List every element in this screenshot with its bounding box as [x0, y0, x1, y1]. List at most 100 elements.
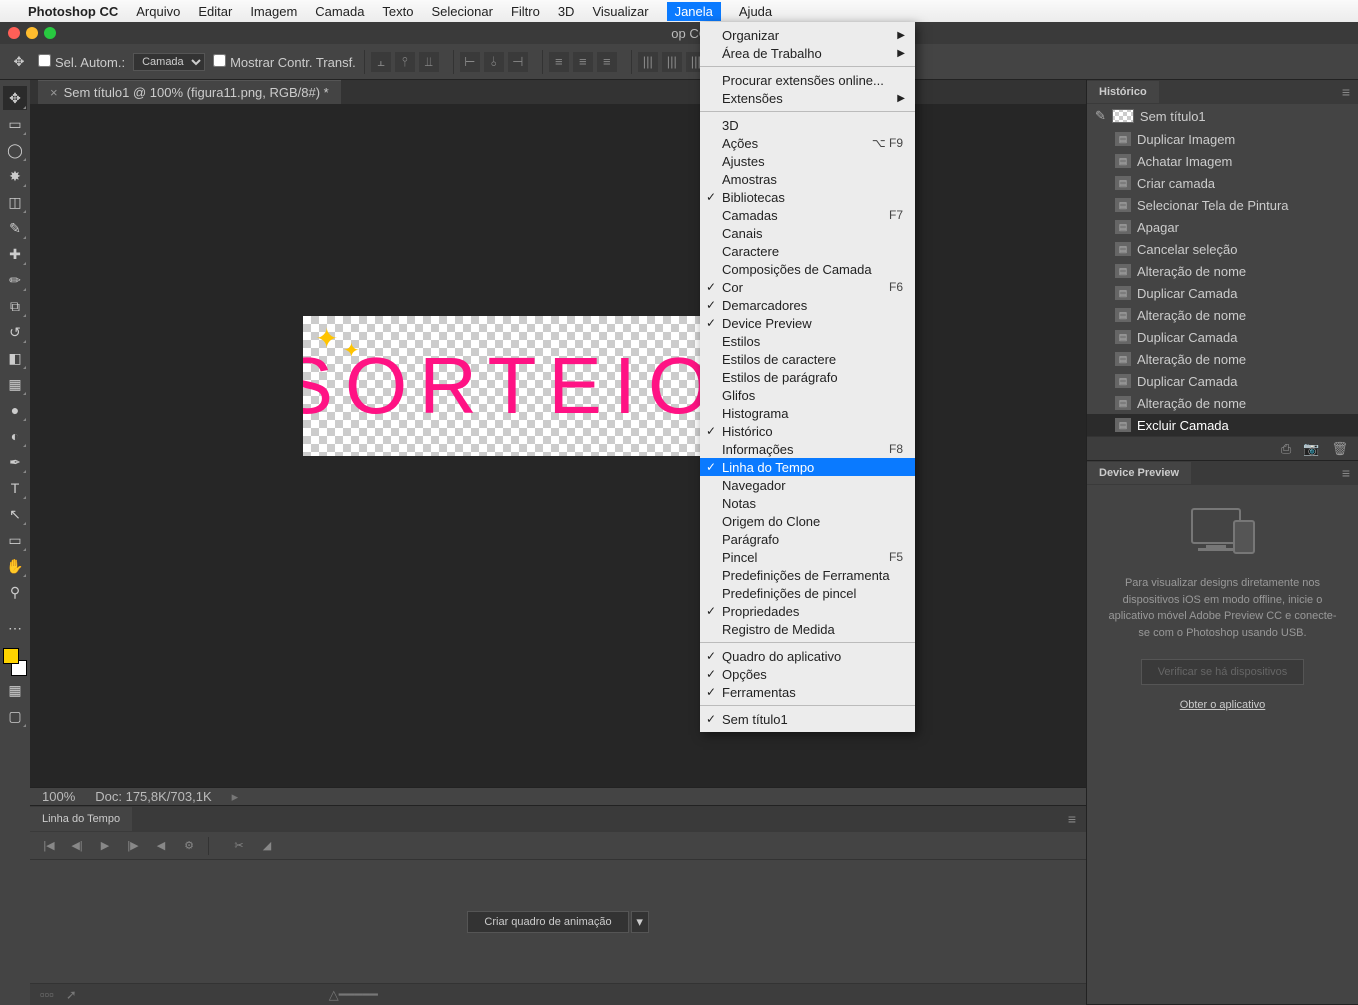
eyedropper-tool[interactable]: ✎ — [3, 216, 27, 240]
history-row[interactable]: ▤Cancelar seleção — [1087, 238, 1358, 260]
menu-item[interactable]: ✓Bibliotecas — [700, 188, 915, 206]
snapshot-icon[interactable]: 📷 — [1303, 441, 1319, 457]
close-window-button[interactable] — [8, 27, 20, 39]
menu-item[interactable]: Ações⌥ F9 — [700, 134, 915, 152]
color-swatches[interactable] — [3, 648, 27, 676]
dodge-tool[interactable]: ◐ — [3, 424, 27, 448]
menu-item[interactable]: Glifos — [700, 386, 915, 404]
menu-item[interactable]: PincelF5 — [700, 548, 915, 566]
document-tab[interactable]: ×Sem título1 @ 100% (figura11.png, RGB/8… — [38, 80, 341, 104]
menu-item[interactable]: Extensões▶ — [700, 89, 915, 107]
menu-item[interactable]: Parágrafo — [700, 530, 915, 548]
show-transform-checkbox[interactable]: Mostrar Contr. Transf. — [213, 54, 356, 70]
menu-item[interactable]: Organizar▶ — [700, 26, 915, 44]
menu-item[interactable]: InformaçõesF8 — [700, 440, 915, 458]
menu-item[interactable]: Navegador — [700, 476, 915, 494]
menu-item[interactable]: Histograma — [700, 404, 915, 422]
document[interactable]: ✦ ✦ SORTEIO! — [303, 316, 733, 456]
get-app-link[interactable]: Obter o aplicativo — [1180, 699, 1266, 711]
menu-item[interactable]: ✓Sem título1 — [700, 710, 915, 728]
zoom-tool[interactable]: ⚲ — [3, 580, 27, 604]
menu-item[interactable]: Procurar extensões online... — [700, 71, 915, 89]
eraser-tool[interactable]: ◧ — [3, 346, 27, 370]
app-name[interactable]: Photoshop CC — [28, 4, 118, 19]
history-row[interactable]: ▤Achatar Imagem — [1087, 150, 1358, 172]
timeline-tab[interactable]: Linha do Tempo — [30, 807, 132, 831]
menu-imagem[interactable]: Imagem — [250, 4, 297, 19]
create-dropdown-button[interactable]: ▾ — [631, 911, 649, 933]
menu-camada[interactable]: Camada — [315, 4, 364, 19]
panel-menu-icon[interactable]: ≡ — [1058, 811, 1086, 827]
healing-tool[interactable]: ✚ — [3, 242, 27, 266]
blur-tool[interactable]: ● — [3, 398, 27, 422]
maximize-window-button[interactable] — [44, 27, 56, 39]
menu-item[interactable]: Ajustes — [700, 152, 915, 170]
scissors-icon[interactable]: ✂ — [230, 837, 248, 855]
menu-item[interactable]: ✓CorF6 — [700, 278, 915, 296]
minimize-window-button[interactable] — [26, 27, 38, 39]
quick-select-tool[interactable]: ✸ — [3, 164, 27, 188]
stamp-tool[interactable]: ⧉ — [3, 294, 27, 318]
next-frame-icon[interactable]: |▶ — [124, 837, 142, 855]
screen-mode-icon[interactable]: ▢ — [3, 704, 27, 728]
device-preview-tab[interactable]: Device Preview — [1087, 462, 1191, 484]
new-doc-icon[interactable]: ⎙ — [1281, 441, 1291, 457]
menu-item[interactable]: ✓Demarcadores — [700, 296, 915, 314]
status-arrow-icon[interactable]: ▸ — [232, 789, 239, 805]
path-select-tool[interactable]: ↖ — [3, 502, 27, 526]
transition-icon[interactable]: ◢ — [258, 837, 276, 855]
auto-select-dropdown[interactable]: Camada — [133, 53, 205, 71]
align-bottom-icon[interactable]: ⫫ — [419, 52, 439, 72]
menu-item[interactable]: Canais — [700, 224, 915, 242]
menu-ajuda[interactable]: Ajuda — [739, 4, 772, 19]
menu-item[interactable]: ✓Ferramentas — [700, 683, 915, 701]
history-row[interactable]: ▤Selecionar Tela de Pintura — [1087, 194, 1358, 216]
quick-mask-icon[interactable]: ▦ — [3, 678, 27, 702]
edit-toolbar[interactable]: ⋯ — [3, 616, 27, 640]
menu-editar[interactable]: Editar — [198, 4, 232, 19]
dist-3-icon[interactable]: ≡ — [597, 52, 617, 72]
move-tool[interactable]: ✥ — [3, 86, 27, 110]
menu-item[interactable]: Área de Trabalho▶ — [700, 44, 915, 62]
brush-tool[interactable]: ✏ — [3, 268, 27, 292]
history-source[interactable]: ✎ Sem título1 — [1087, 104, 1358, 128]
menu-item[interactable]: ✓Linha do Tempo — [700, 458, 915, 476]
menu-item[interactable]: Origem do Clone — [700, 512, 915, 530]
type-tool[interactable]: T — [3, 476, 27, 500]
trash-icon[interactable]: 🗑 — [1331, 441, 1348, 457]
history-row[interactable]: ▤Excluir Camada — [1087, 414, 1358, 436]
last-frame-icon[interactable]: ◀ — [152, 837, 170, 855]
history-row[interactable]: ▤Duplicar Camada — [1087, 282, 1358, 304]
menu-item[interactable]: Notas — [700, 494, 915, 512]
menu-item[interactable]: Registro de Medida — [700, 620, 915, 638]
history-row[interactable]: ▤Apagar — [1087, 216, 1358, 238]
menu-janela[interactable]: Janela — [667, 2, 721, 21]
align-vcenter-icon[interactable]: ⫯ — [395, 52, 415, 72]
menu-arquivo[interactable]: Arquivo — [136, 4, 180, 19]
menu-item[interactable]: Estilos de parágrafo — [700, 368, 915, 386]
timeline-loop-icon[interactable]: ▫▫▫ — [40, 987, 54, 1002]
menu-item[interactable]: ✓Device Preview — [700, 314, 915, 332]
align-left-icon[interactable]: ⊢ — [460, 52, 480, 72]
settings-icon[interactable]: ⚙ — [180, 837, 198, 855]
menu-item[interactable]: ✓Propriedades — [700, 602, 915, 620]
menu-selecionar[interactable]: Selecionar — [432, 4, 493, 19]
menu-item[interactable]: Estilos de caractere — [700, 350, 915, 368]
menu-item[interactable]: 3D — [700, 116, 915, 134]
history-row[interactable]: ▤Alteração de nome — [1087, 260, 1358, 282]
menu-visualizar[interactable]: Visualizar — [592, 4, 648, 19]
history-brush-tool[interactable]: ↺ — [3, 320, 27, 344]
menu-item[interactable]: ✓Histórico — [700, 422, 915, 440]
pen-tool[interactable]: ✒ — [3, 450, 27, 474]
marquee-tool[interactable]: ▭ — [3, 112, 27, 136]
check-devices-button[interactable]: Verificar se há dispositivos — [1141, 659, 1305, 685]
panel-menu-icon[interactable]: ≡ — [1334, 84, 1358, 100]
menu-item[interactable]: CamadasF7 — [700, 206, 915, 224]
timeline-render-icon[interactable]: ➚ — [66, 987, 77, 1003]
canvas[interactable]: ✦ ✦ SORTEIO! — [30, 104, 1086, 787]
dist-4-icon[interactable]: ||| — [638, 52, 658, 72]
close-tab-icon[interactable]: × — [50, 85, 58, 100]
align-top-icon[interactable]: ⫠ — [371, 52, 391, 72]
menu-item[interactable]: Predefinições de Ferramenta — [700, 566, 915, 584]
menu-3d[interactable]: 3D — [558, 4, 575, 19]
